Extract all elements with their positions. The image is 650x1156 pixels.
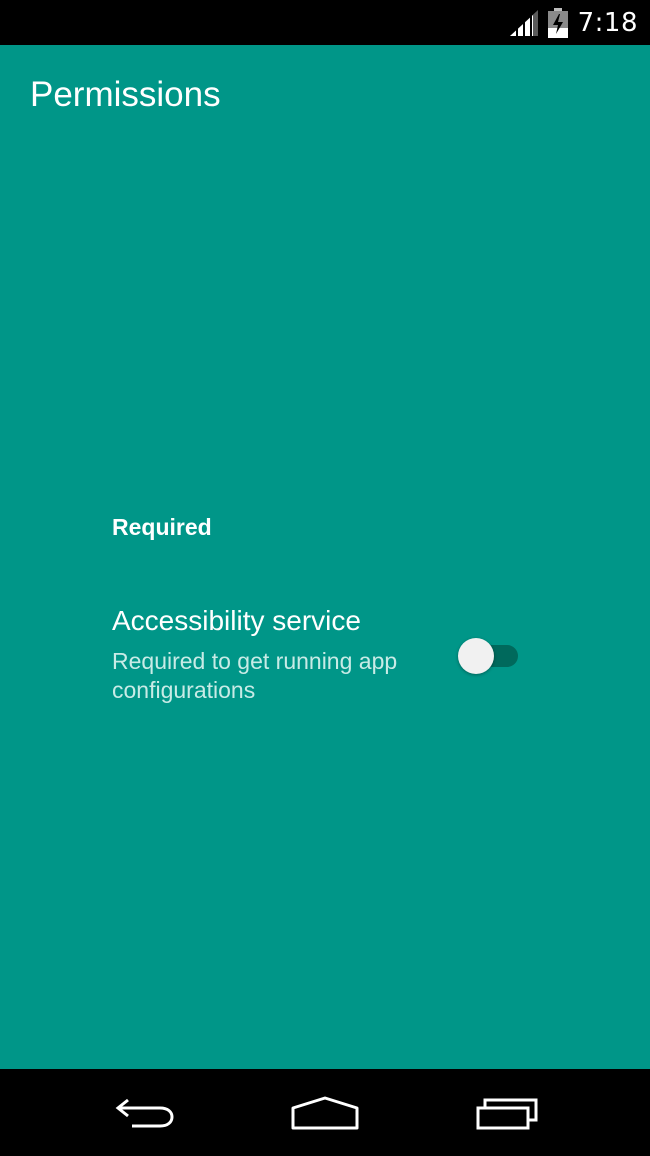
page-title: Permissions (30, 75, 221, 114)
back-icon (115, 1098, 174, 1127)
preference-title: Accessibility service (112, 605, 361, 636)
accessibility-service-switch[interactable] (458, 638, 520, 674)
recents-icon (476, 1098, 538, 1129)
switch-thumb (458, 638, 494, 674)
status-icons: 7:18 (508, 0, 638, 45)
preference-summary: Required to get running app configuratio… (112, 648, 398, 703)
recents-button[interactable] (442, 1069, 572, 1156)
home-icon (291, 1096, 359, 1129)
navigation-bar (0, 1069, 650, 1156)
section-header-required: Required (112, 514, 212, 540)
clock: 7:18 (577, 7, 638, 38)
accessibility-service-preference[interactable]: Accessibility service Required to get ru… (100, 595, 540, 715)
back-button[interactable] (80, 1069, 210, 1156)
app-content: Permissions Required Accessibility servi… (0, 45, 650, 1069)
cellular-signal-icon (509, 8, 538, 37)
battery-charging-icon (547, 7, 568, 38)
home-button[interactable] (260, 1069, 390, 1156)
status-bar: 7:18 (0, 0, 650, 45)
